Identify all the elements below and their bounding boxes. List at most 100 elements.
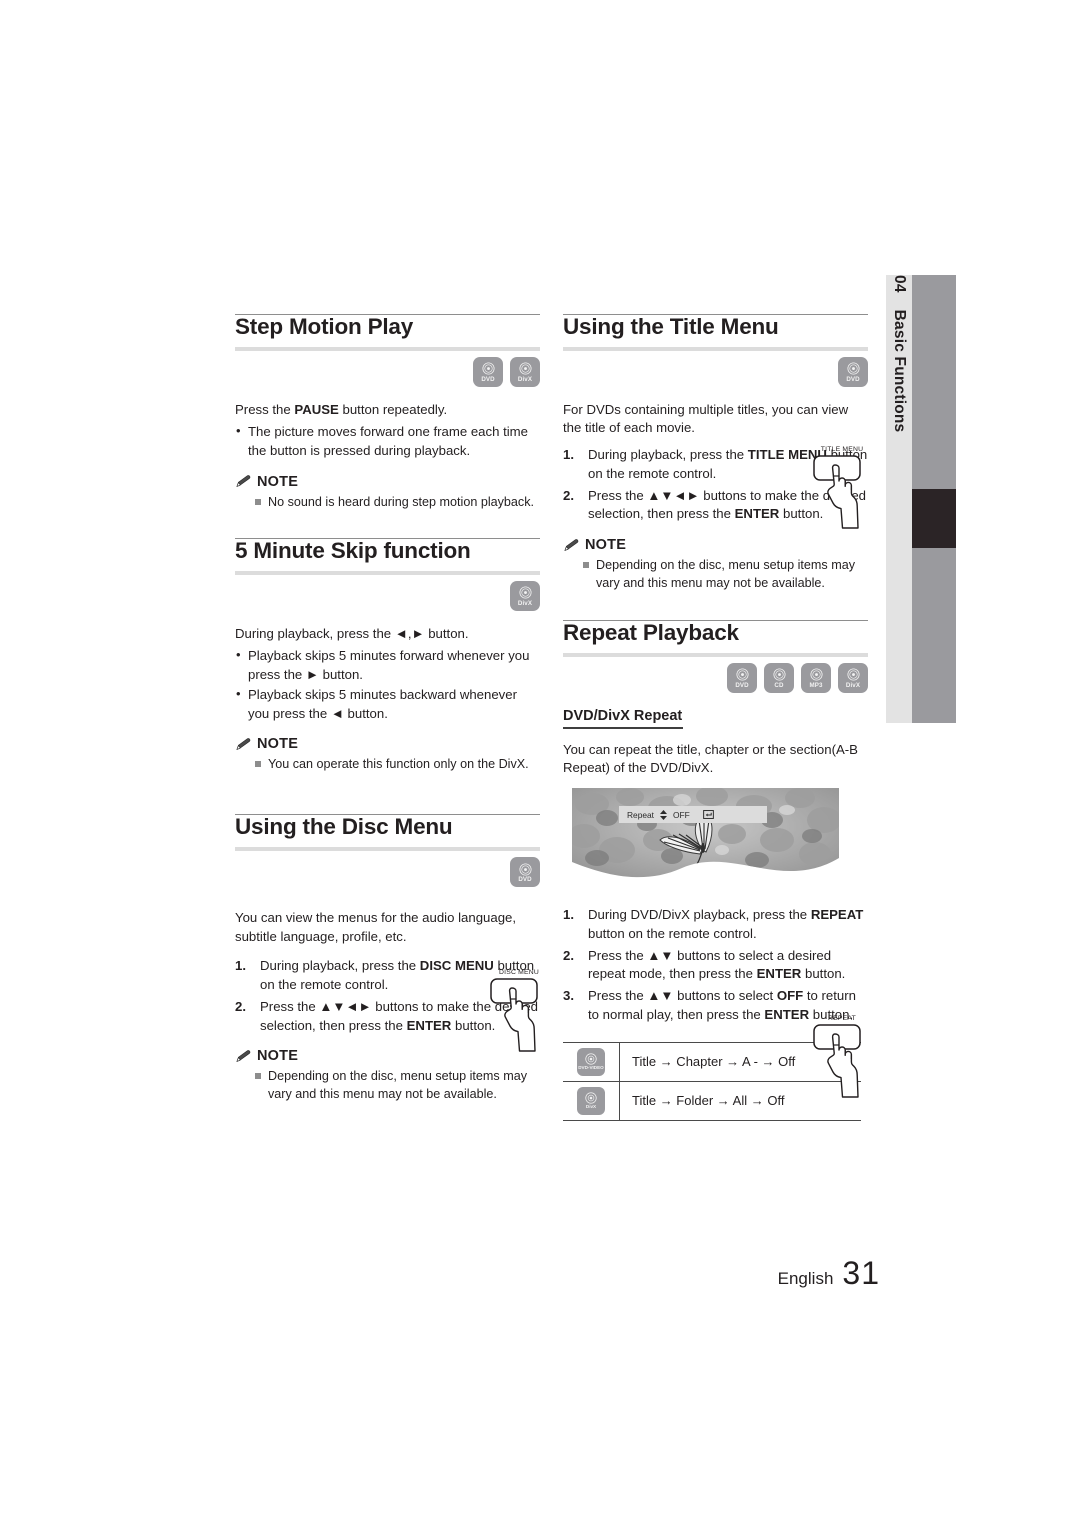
intro-paragraph: During playback, press the ◄,► button. bbox=[235, 625, 469, 641]
bullet-list: The picture moves forward one frame each… bbox=[235, 422, 540, 460]
remote-key-label: REPEAT bbox=[828, 1014, 856, 1022]
step-number: 1. bbox=[235, 958, 246, 974]
disc-badge-label: DivX bbox=[585, 1104, 597, 1110]
note-list: Depending on the disc, menu setup items … bbox=[235, 1068, 540, 1104]
note-list: Depending on the disc, menu setup items … bbox=[563, 557, 868, 593]
divider bbox=[235, 570, 540, 575]
step-number: 2. bbox=[563, 947, 574, 963]
chapter-number: 04 bbox=[891, 275, 908, 293]
pencil-icon bbox=[236, 475, 251, 488]
intro-paragraph: You can view the menus for the audio lan… bbox=[235, 909, 517, 944]
pencil-icon bbox=[564, 538, 579, 551]
note-title: NOTE bbox=[257, 736, 299, 753]
chapter-side-tab: 04 Basic Functions bbox=[886, 275, 912, 723]
section-step-motion-play: Step Motion Play DVD DivX Press the PAUS… bbox=[235, 314, 540, 512]
return-icon bbox=[703, 810, 714, 820]
disc-badge-label: DivX bbox=[517, 599, 533, 607]
remote-key-illustration-repeat: REPEAT bbox=[811, 1015, 873, 1104]
chapter-side-tab-label: 04 Basic Functions bbox=[886, 275, 912, 723]
disc-badge-divx: DivX bbox=[510, 580, 540, 611]
divider bbox=[235, 846, 540, 851]
disc-type-badges: DVD bbox=[563, 356, 868, 387]
table-cell-disc: DVD-VIDEO bbox=[563, 1042, 620, 1081]
chapter-title: Basic Functions bbox=[891, 309, 908, 433]
note-title: NOTE bbox=[585, 537, 627, 554]
section-heading: 5 Minute Skip function bbox=[235, 537, 471, 563]
intro-paragraph: Press the PAUSE button repeatedly. bbox=[235, 401, 540, 420]
section-5-minute-skip: 5 Minute Skip function DivX During playb… bbox=[235, 537, 540, 774]
step-number: 2. bbox=[235, 998, 246, 1014]
note-block: NOTE No sound is heard during step motio… bbox=[235, 474, 540, 512]
intro-paragraph: For DVDs containing multiple titles, you… bbox=[563, 401, 849, 436]
note-list: You can operate this function only on th… bbox=[235, 756, 540, 774]
note-block: NOTE You can operate this function only … bbox=[235, 736, 540, 774]
list-item: Playback skips 5 minutes backward whenev… bbox=[235, 685, 540, 723]
disc-icon bbox=[481, 362, 495, 375]
note-list: No sound is heard during step motion pla… bbox=[235, 494, 540, 512]
disc-icon bbox=[585, 1053, 597, 1065]
step-text-part: DISC MENU bbox=[419, 958, 494, 974]
pencil-icon bbox=[236, 1049, 251, 1062]
hand-pressing-button-icon bbox=[490, 978, 538, 1052]
disc-type-badges: DivX bbox=[235, 580, 540, 611]
disc-badge-dvd-video: DVD-VIDEO bbox=[577, 1047, 605, 1076]
hand-pressing-button-icon bbox=[813, 1024, 861, 1098]
step-item: 2. Press the ▲▼ buttons to select a desi… bbox=[563, 947, 868, 984]
tv-screenshot: Repeat OFF bbox=[572, 788, 839, 885]
osd-value: OFF bbox=[673, 809, 690, 820]
disc-badge-divx: DivX bbox=[577, 1086, 605, 1115]
intro-bold: PAUSE bbox=[294, 401, 339, 417]
step-number: 2. bbox=[563, 487, 574, 503]
chapter-index-marker bbox=[912, 489, 956, 548]
step-number: 3. bbox=[563, 988, 574, 1004]
table-cell-disc: DivX bbox=[563, 1081, 620, 1120]
disc-icon bbox=[809, 668, 823, 681]
list-item: Playback skips 5 minutes forward wheneve… bbox=[235, 646, 540, 684]
disc-badge-label: DivX bbox=[517, 375, 533, 383]
note-title: NOTE bbox=[257, 473, 299, 490]
note-header: NOTE bbox=[235, 474, 540, 490]
disc-badge-label: DVD-VIDEO bbox=[578, 1065, 604, 1071]
section-heading: Using the Disc Menu bbox=[235, 814, 453, 840]
disc-badge-divx: DivX bbox=[838, 662, 868, 693]
disc-type-badges: DVD bbox=[235, 856, 540, 887]
section-heading: Using the Title Menu bbox=[563, 314, 779, 339]
disc-badge-dvd: DVD bbox=[473, 356, 503, 387]
step-text-part: During playback, press the bbox=[588, 447, 748, 463]
step-text: During DVD/DivX playback, press the REPE… bbox=[588, 906, 868, 943]
step-text-part: ENTER bbox=[406, 1017, 452, 1033]
pencil-icon bbox=[236, 737, 251, 750]
disc-type-badges: DVD CD MP3 DivX bbox=[563, 662, 868, 693]
note-block: NOTE Depending on the disc, menu setup i… bbox=[563, 537, 868, 593]
disc-badge-divx: DivX bbox=[510, 356, 540, 387]
section-heading: Repeat Playback bbox=[563, 619, 739, 645]
butterfly-photo bbox=[572, 788, 839, 878]
footer-page-number: 31 bbox=[842, 1255, 880, 1291]
disc-badge-dvd: DVD bbox=[510, 856, 540, 887]
section-using-disc-menu: Using the Disc Menu DVD You can view the… bbox=[235, 814, 540, 1104]
note-item: No sound is heard during step motion pla… bbox=[255, 494, 540, 512]
disc-badge-label: DivX bbox=[845, 681, 861, 689]
numbered-steps: 1. During DVD/DivX playback, press the R… bbox=[563, 906, 868, 1024]
step-number: 1. bbox=[563, 907, 574, 923]
section-using-title-menu: Using the Title Menu DVD For DVDs contai… bbox=[563, 314, 868, 593]
step-number: 1. bbox=[563, 447, 574, 463]
disc-icon bbox=[518, 586, 532, 599]
note-item: Depending on the disc, menu setup items … bbox=[583, 557, 868, 593]
disc-badge-mp3: MP3 bbox=[801, 662, 831, 693]
disc-type-badges: DVD DivX bbox=[235, 356, 540, 387]
note-item: Depending on the disc, menu setup items … bbox=[255, 1068, 540, 1104]
intro-suffix: button repeatedly. bbox=[338, 401, 448, 417]
disc-badge-label: MP3 bbox=[809, 681, 823, 689]
disc-badge-dvd: DVD bbox=[727, 662, 757, 693]
hand-pressing-button-icon bbox=[813, 455, 861, 529]
remote-key-illustration-disc-menu: DISC MENU bbox=[488, 969, 550, 1058]
list-item: The picture moves forward one frame each… bbox=[235, 422, 540, 460]
divider bbox=[235, 346, 540, 351]
remote-key-label: DISC MENU bbox=[499, 969, 539, 977]
step-text-part: ENTER bbox=[756, 966, 802, 982]
step-text-part: ENTER bbox=[764, 1006, 810, 1022]
step-text-part: During DVD/DivX playback, press the bbox=[588, 907, 811, 923]
note-header: NOTE bbox=[235, 736, 540, 752]
left-column: Step Motion Play DVD DivX Press the PAUS… bbox=[235, 314, 540, 1104]
